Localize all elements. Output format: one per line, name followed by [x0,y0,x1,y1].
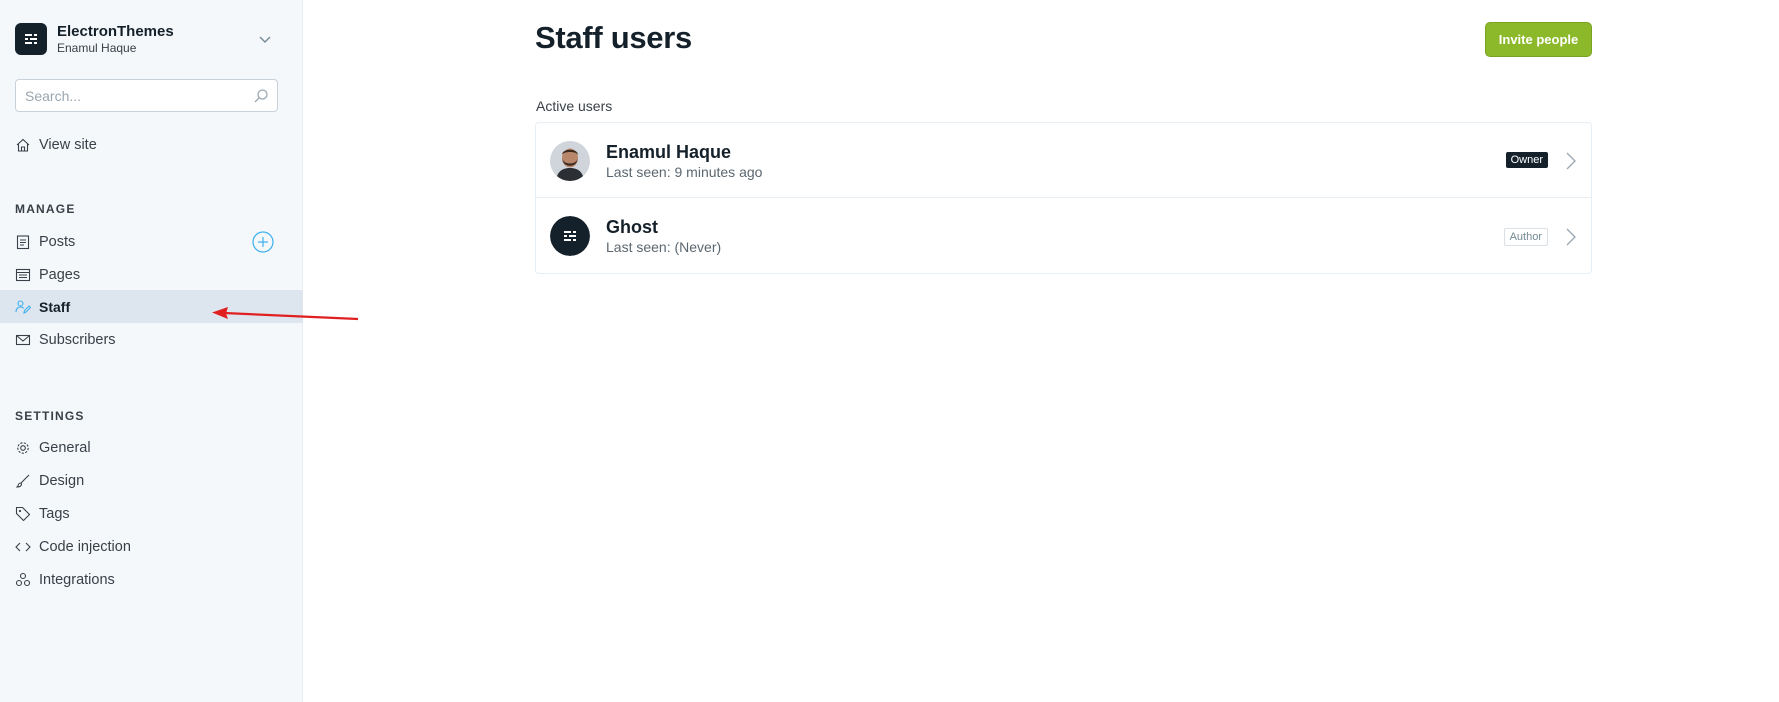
posts-icon [15,234,31,250]
code-icon [15,539,31,555]
sidebar: ElectronThemes Enamul Haque View site MA… [0,0,303,702]
sidebar-item-pages[interactable]: Pages [0,258,303,291]
chevron-right-icon [1566,152,1576,170]
chevron-down-icon[interactable] [257,31,273,47]
sidebar-item-integrations[interactable]: Integrations [0,563,303,596]
user-row[interactable]: Ghost Last seen: (Never) Author [536,199,1591,274]
sidebar-item-subscribers[interactable]: Subscribers [0,323,303,356]
sidebar-item-label: Pages [39,266,81,283]
user-name: Ghost [606,217,658,237]
site-user-name: Enamul Haque [57,41,137,55]
sidebar-item-label: Subscribers [39,331,116,348]
sidebar-item-label: General [39,439,91,456]
settings-section-label: SETTINGS [15,409,85,423]
site-title: ElectronThemes [57,23,174,40]
search-icon [254,89,268,103]
chevron-right-icon [1566,228,1576,246]
role-badge: Owner [1505,152,1548,168]
sidebar-item-view-site[interactable]: View site [0,128,303,161]
sidebar-item-label: Code injection [39,538,131,555]
user-last-seen: Last seen: 9 minutes ago [606,164,763,180]
annotation-arrow [212,307,359,321]
sidebar-item-label: Staff [39,298,71,315]
role-badge: Author [1503,228,1548,246]
sidebar-item-tags[interactable]: Tags [0,497,303,530]
site-switcher[interactable]: ElectronThemes Enamul Haque [15,23,273,55]
mail-icon [15,332,31,348]
manage-section-label: MANAGE [15,202,76,216]
user-name: Enamul Haque [606,142,732,162]
invite-people-button[interactable]: Invite people [1485,22,1592,57]
active-users-list: Enamul Haque Last seen: 9 minutes ago Ow… [535,122,1592,274]
sidebar-item-label: Tags [39,505,70,522]
sidebar-item-label: Design [39,472,85,489]
ghost-logo-icon [15,23,47,55]
user-row[interactable]: Enamul Haque Last seen: 9 minutes ago Ow… [536,123,1591,198]
search-input[interactable] [16,80,277,111]
brush-icon [15,473,31,489]
user-last-seen: Last seen: (Never) [606,239,722,255]
sidebar-item-code-injection[interactable]: Code injection [0,530,303,563]
sidebar-item-label: View site [39,136,97,153]
pages-icon [15,267,31,283]
tag-icon [15,506,31,522]
sidebar-item-general[interactable]: General [0,431,303,464]
gear-icon [15,440,31,456]
search-box [15,79,278,112]
avatar [550,216,590,256]
avatar [550,141,590,181]
add-post-icon[interactable] [252,231,274,253]
home-icon [15,137,31,153]
page-title: Staff users [535,20,692,55]
sidebar-item-label: Posts [39,233,76,250]
app-window: ElectronThemes Enamul Haque View site MA… [0,0,1779,702]
integrations-icon [15,572,31,588]
sidebar-item-label: Integrations [39,571,115,588]
staff-icon [15,299,31,315]
active-users-label: Active users [536,98,613,114]
sidebar-item-design[interactable]: Design [0,464,303,497]
